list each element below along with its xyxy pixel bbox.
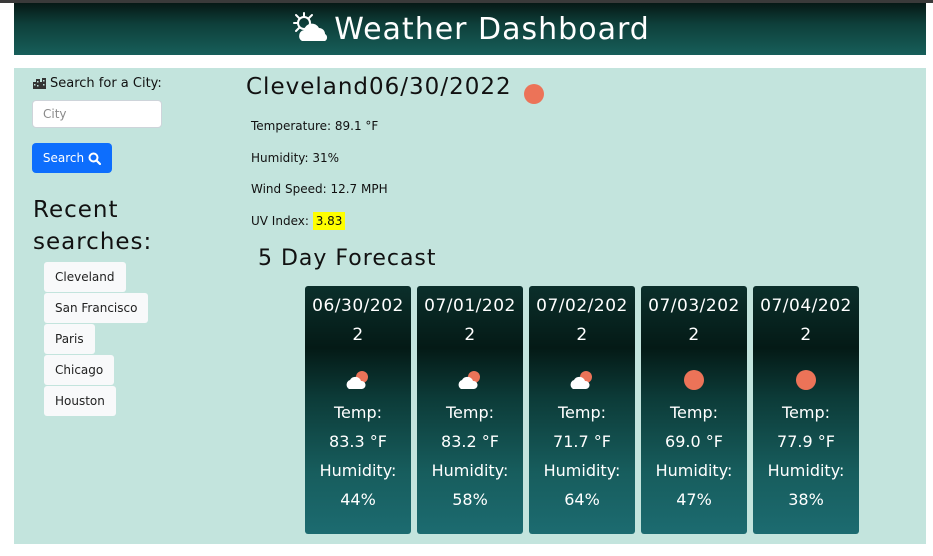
app-header: Weather Dashboard xyxy=(14,3,926,55)
search-label: Search for a City: xyxy=(32,76,162,91)
recent-searches-list: Cleveland San Francisco Paris Chicago Ho… xyxy=(44,262,149,417)
forecast-date: 07/03/2022 xyxy=(648,296,740,345)
forecast-humidity-label: Humidity: xyxy=(319,461,397,480)
current-temperature: Temperature: 89.1 °F xyxy=(251,119,379,133)
search-label-text: Search for a City: xyxy=(50,76,162,91)
forecast-humidity: 64% xyxy=(564,490,600,509)
recent-search-item[interactable]: San Francisco xyxy=(44,293,149,323)
main-panel: Search for a City: Search Recent searche… xyxy=(14,68,926,544)
forecast-card: 07/01/2022 Temp: 83.2 °F Humidity: 58% xyxy=(417,286,523,534)
forecast-humidity-label: Humidity: xyxy=(767,461,845,480)
forecast-temp: 69.0 °F xyxy=(665,432,723,451)
search-button[interactable]: Search xyxy=(32,143,112,173)
forecast-temp: 71.7 °F xyxy=(553,432,611,451)
forecast-temp: 83.3 °F xyxy=(329,432,387,451)
recent-search-item[interactable]: Chicago xyxy=(44,355,115,385)
forecast-humidity: 38% xyxy=(788,490,824,509)
recent-search-item[interactable]: Paris xyxy=(44,324,95,354)
forecast-humidity-label: Humidity: xyxy=(543,461,621,480)
forecast-temp: 83.2 °F xyxy=(441,432,499,451)
forecast-date: 07/02/2022 xyxy=(536,296,628,345)
search-icon xyxy=(88,152,102,165)
city-icon xyxy=(33,78,46,89)
forecast-card: 07/04/2022 Temp: 77.9 °F Humidity: 38% xyxy=(753,286,859,534)
forecast-temp-label: Temp: xyxy=(445,403,495,422)
forecast-humidity-label: Humidity: xyxy=(431,461,509,480)
partly-cloudy-icon xyxy=(417,362,523,398)
current-uv-index: UV Index: 3.83 xyxy=(251,212,346,230)
current-city: Cleveland xyxy=(246,74,370,100)
forecast-humidity-label: Humidity: xyxy=(655,461,733,480)
forecast-humidity: 58% xyxy=(452,490,488,509)
city-search-input[interactable] xyxy=(32,100,162,128)
forecast-humidity: 44% xyxy=(340,490,376,509)
forecast-heading: 5 Day Forecast xyxy=(258,246,437,271)
forecast-card: 06/30/2022 Temp: 83.3 °F Humidity: 44% xyxy=(305,286,411,534)
partly-cloudy-icon xyxy=(529,362,635,398)
recent-search-item[interactable]: Houston xyxy=(44,386,116,416)
forecast-temp: 77.9 °F xyxy=(777,432,835,451)
forecast-temp-label: Temp: xyxy=(781,403,831,422)
recent-search-item[interactable]: Cleveland xyxy=(44,262,126,292)
uv-index-label: UV Index: xyxy=(251,214,309,228)
forecast-date: 07/04/2022 xyxy=(760,296,852,345)
forecast-date: 06/30/2022 xyxy=(312,296,404,345)
current-wind-speed: Wind Speed: 12.7 MPH xyxy=(251,182,388,196)
current-humidity: Humidity: 31% xyxy=(251,151,340,165)
recent-searches-heading: Recent searches: xyxy=(33,197,153,255)
forecast-temp-label: Temp: xyxy=(333,403,383,422)
forecast-humidity: 47% xyxy=(676,490,712,509)
uv-index-badge: 3.83 xyxy=(312,212,346,230)
sun-icon xyxy=(753,362,859,398)
forecast-temp-label: Temp: xyxy=(669,403,719,422)
current-city-heading: Cleveland 06/30/2022 xyxy=(246,74,544,104)
sun-icon xyxy=(523,84,544,104)
forecast-date: 07/01/2022 xyxy=(424,296,516,345)
partly-cloudy-icon xyxy=(305,362,411,398)
page-title: Weather Dashboard xyxy=(334,11,650,47)
forecast-temp-label: Temp: xyxy=(557,403,607,422)
current-date: 06/30/2022 xyxy=(369,74,512,100)
forecast-card: 07/03/2022 Temp: 69.0 °F Humidity: 47% xyxy=(641,286,747,534)
sun-cloud-icon xyxy=(293,12,328,41)
forecast-card: 07/02/2022 Temp: 71.7 °F Humidity: 64% xyxy=(529,286,635,534)
sun-icon xyxy=(641,362,747,398)
search-button-label: Search xyxy=(42,151,85,165)
forecast-cards: 06/30/2022 Temp: 83.3 °F Humidity: 44% 0… xyxy=(305,286,859,534)
